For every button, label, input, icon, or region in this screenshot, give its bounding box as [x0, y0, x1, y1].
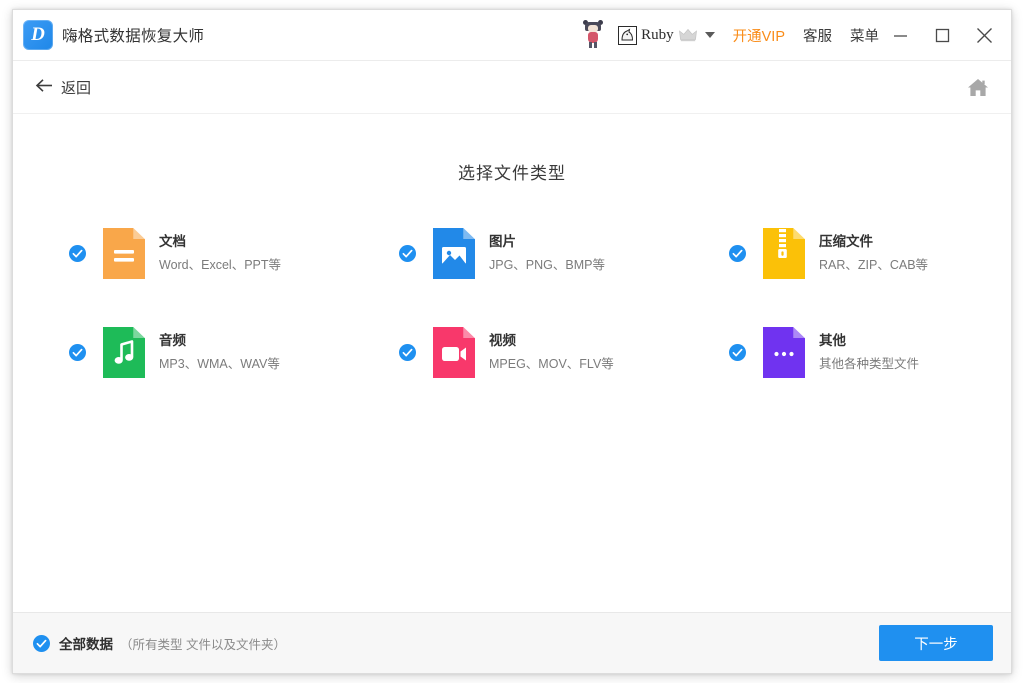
file-type-grid: 文档 Word、Excel、PPT等 图片 JPG、PNG、BMP等 压缩文件 … [13, 228, 1011, 378]
brand: D 嗨格式数据恢复大师 [23, 20, 204, 50]
next-step-button[interactable]: 下一步 [879, 625, 993, 661]
user-name: Ruby [641, 26, 674, 43]
file-type-name: 视频 [489, 332, 516, 348]
file-type-desc: MPEG、MOV、FLV等 [489, 356, 614, 371]
title-bar: D 嗨格式数据恢复大师 Ruby 开通VIP 客服 菜单 [13, 10, 1011, 61]
checkbox-checked-icon[interactable] [33, 634, 50, 652]
file-type-archive[interactable]: 压缩文件 RAR、ZIP、CAB等 [729, 228, 1024, 279]
file-type-name: 图片 [489, 233, 516, 249]
file-type-name: 压缩文件 [819, 233, 873, 249]
checkbox-checked-icon[interactable] [729, 245, 746, 262]
all-data-label: 全部数据 [59, 637, 113, 652]
chevron-down-icon[interactable] [704, 32, 715, 38]
checkbox-checked-icon[interactable] [399, 245, 416, 262]
open-vip-button[interactable]: 开通VIP [733, 25, 785, 46]
file-type-desc: Word、Excel、PPT等 [159, 257, 282, 272]
app-logo-icon: D [23, 20, 53, 50]
file-type-text: 视频 MPEG、MOV、FLV等 [489, 332, 614, 372]
footer-bar: 全部数据 （所有类型 文件以及文件夹） 下一步 [13, 612, 1011, 673]
file-type-image[interactable]: 图片 JPG、PNG、BMP等 [399, 228, 729, 279]
video-file-icon [433, 327, 475, 378]
customer-service-button[interactable]: 客服 [803, 25, 832, 46]
checkbox-checked-icon[interactable] [69, 245, 86, 262]
titlebar-right: Ruby 开通VIP 客服 菜单 [582, 10, 1011, 60]
file-type-desc: RAR、ZIP、CAB等 [819, 257, 929, 272]
close-icon[interactable] [963, 10, 1005, 61]
image-file-icon [433, 228, 475, 279]
user-avatar-icon [618, 25, 638, 45]
all-data-checkbox[interactable]: 全部数据 （所有类型 文件以及文件夹） [33, 633, 286, 653]
back-button[interactable]: 返回 [35, 77, 91, 98]
app-title: 嗨格式数据恢复大师 [62, 28, 205, 45]
checkbox-checked-icon[interactable] [399, 344, 416, 361]
checkbox-checked-icon[interactable] [729, 344, 746, 361]
archive-file-icon [763, 228, 805, 279]
file-type-video[interactable]: 视频 MPEG、MOV、FLV等 [399, 327, 729, 378]
file-type-name: 音频 [159, 332, 186, 348]
page-title: 选择文件类型 [458, 164, 566, 183]
app-window: D 嗨格式数据恢复大师 Ruby 开通VIP 客服 菜单 返回 选择文件类型 文… [12, 9, 1012, 674]
user-account-menu[interactable]: Ruby [614, 25, 719, 45]
file-type-text: 文档 Word、Excel、PPT等 [159, 233, 282, 273]
back-label: 返回 [61, 79, 92, 97]
main-content: 选择文件类型 文档 Word、Excel、PPT等 图片 JPG、PNG、BMP… [13, 114, 1011, 612]
file-type-audio[interactable]: 音频 MP3、WMA、WAV等 [69, 327, 399, 378]
crown-icon [678, 27, 698, 43]
file-type-name: 其他 [819, 332, 846, 348]
all-data-note: （所有类型 文件以及文件夹） [120, 637, 286, 652]
file-type-name: 文档 [159, 233, 186, 249]
maximize-icon[interactable] [921, 10, 963, 61]
file-type-text: 音频 MP3、WMA、WAV等 [159, 332, 280, 372]
file-type-text: 压缩文件 RAR、ZIP、CAB等 [819, 233, 929, 273]
file-type-desc: JPG、PNG、BMP等 [489, 257, 605, 272]
file-type-text: 其他 其他各种类型文件 [819, 332, 920, 372]
audio-file-icon [103, 327, 145, 378]
other-file-icon [763, 327, 805, 378]
file-type-desc: MP3、WMA、WAV等 [159, 356, 280, 371]
sub-header: 返回 [13, 61, 1011, 114]
menu-button[interactable]: 菜单 [850, 25, 879, 46]
checkbox-checked-icon[interactable] [69, 344, 86, 361]
document-file-icon [103, 228, 145, 279]
file-type-text: 图片 JPG、PNG、BMP等 [489, 233, 605, 273]
file-type-other[interactable]: 其他 其他各种类型文件 [729, 327, 1024, 378]
arrow-left-icon [35, 78, 54, 97]
file-type-document[interactable]: 文档 Word、Excel、PPT等 [69, 228, 399, 279]
minimize-icon[interactable] [879, 10, 921, 61]
mascot-figure-icon [582, 20, 604, 50]
home-icon[interactable] [967, 77, 989, 98]
file-type-desc: 其他各种类型文件 [819, 356, 920, 371]
